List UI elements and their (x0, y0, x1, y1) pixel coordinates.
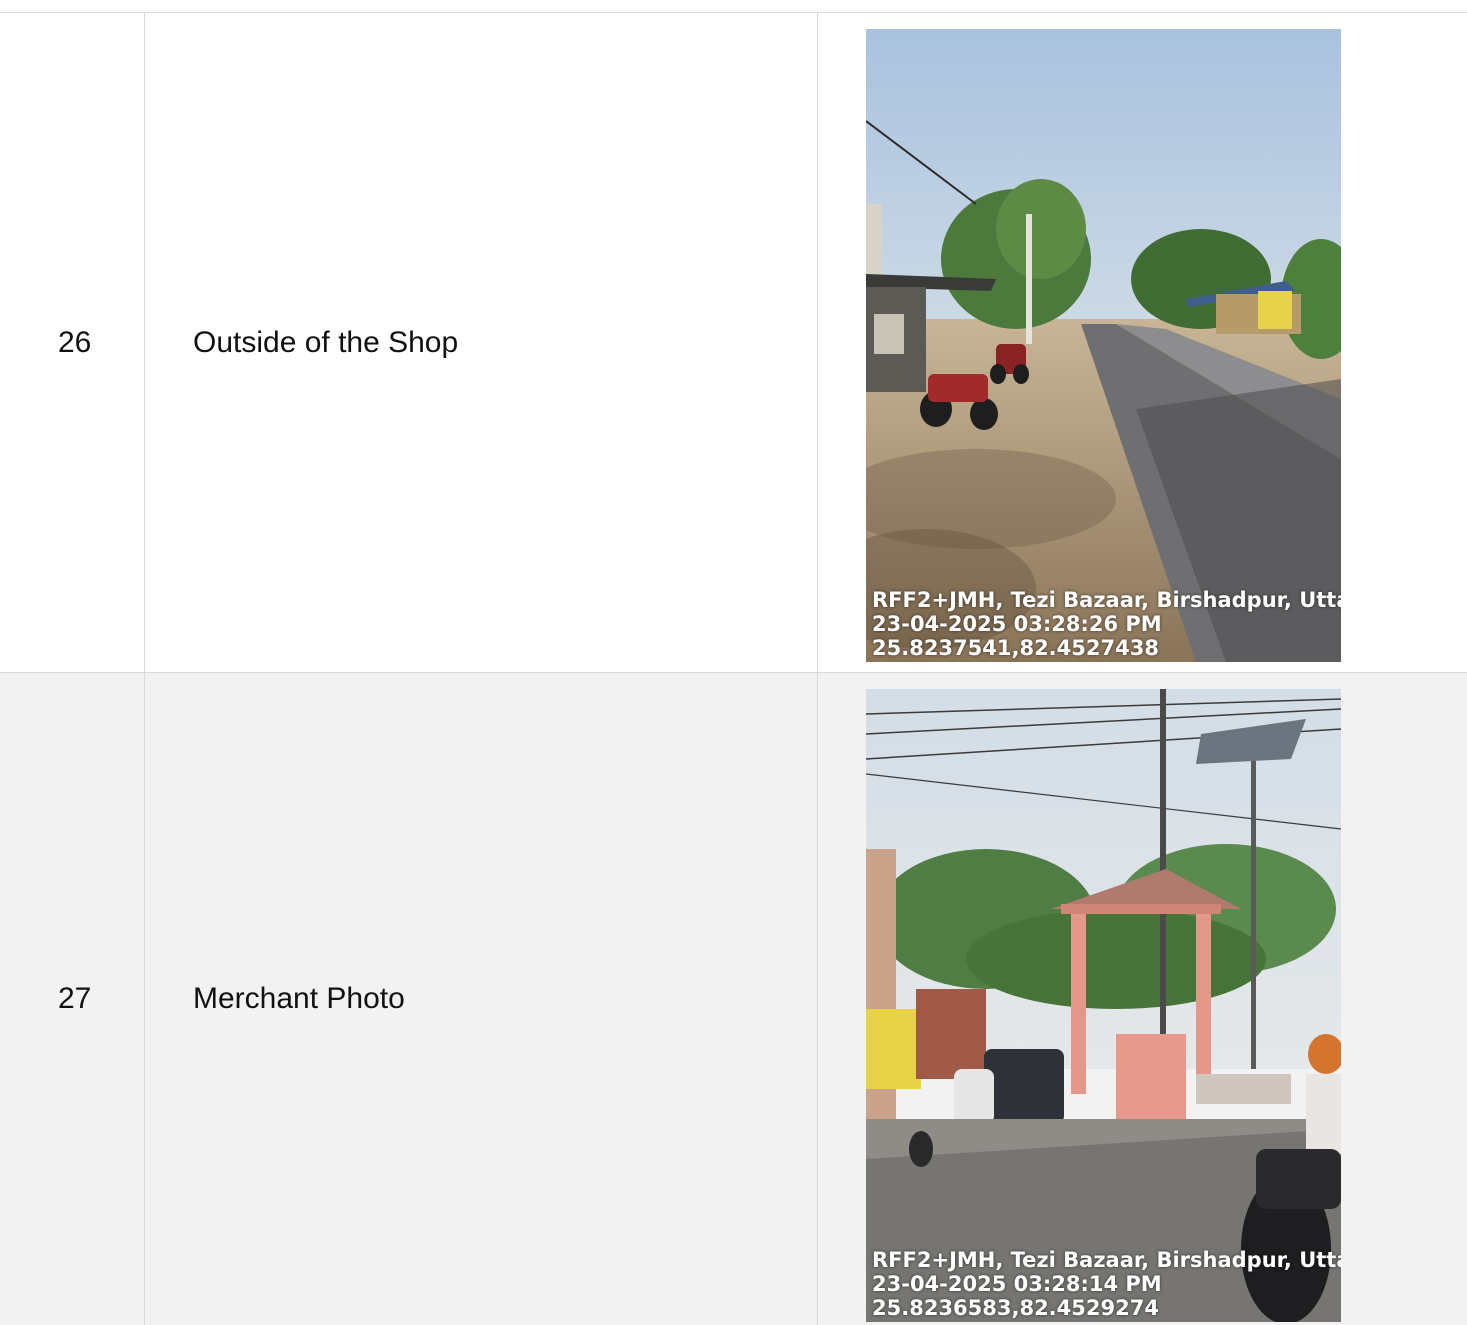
stamp-location: RFF2+JMH, Tezi Bazaar, Birshadpur, Uttar… (872, 588, 1341, 612)
row-label: Merchant Photo (145, 673, 818, 1325)
street-scene-image (866, 29, 1341, 662)
stamp-coordinates: 25.8236583,82.4529274 (872, 1296, 1159, 1320)
photo-stamp: RFF2+JMH, Tezi Bazaar, Birshadpur, Uttar… (872, 1248, 1341, 1320)
table-row: 26 Outside of the Shop RFF2+JMH, Tezi Ba… (0, 13, 1467, 673)
stamp-datetime: 23-04-2025 03:28:14 PM (872, 1272, 1162, 1296)
market-scene-image (866, 689, 1341, 1322)
street-photo[interactable]: RFF2+JMH, Tezi Bazaar, Birshadpur, Uttar… (866, 29, 1341, 662)
photo-cell: RFF2+JMH, Tezi Bazaar, Birshadpur, Uttar… (818, 13, 1467, 672)
row-number: 27 (0, 673, 145, 1325)
row-number: 26 (0, 13, 145, 672)
photo-stamp: RFF2+JMH, Tezi Bazaar, Birshadpur, Uttar… (872, 588, 1341, 660)
table-row: 27 Merchant Photo RFF2+JMH, Tezi Bazaar,… (0, 673, 1467, 1325)
photo-cell: RFF2+JMH, Tezi Bazaar, Birshadpur, Uttar… (818, 673, 1467, 1325)
stamp-coordinates: 25.8237541,82.4527438 (872, 636, 1159, 660)
stamp-datetime: 23-04-2025 03:28:26 PM (872, 612, 1162, 636)
market-square-photo[interactable]: RFF2+JMH, Tezi Bazaar, Birshadpur, Uttar… (866, 689, 1341, 1322)
row-label: Outside of the Shop (145, 13, 818, 672)
stamp-location: RFF2+JMH, Tezi Bazaar, Birshadpur, Uttar… (872, 1248, 1341, 1272)
photo-table: 26 Outside of the Shop RFF2+JMH, Tezi Ba… (0, 12, 1467, 1325)
